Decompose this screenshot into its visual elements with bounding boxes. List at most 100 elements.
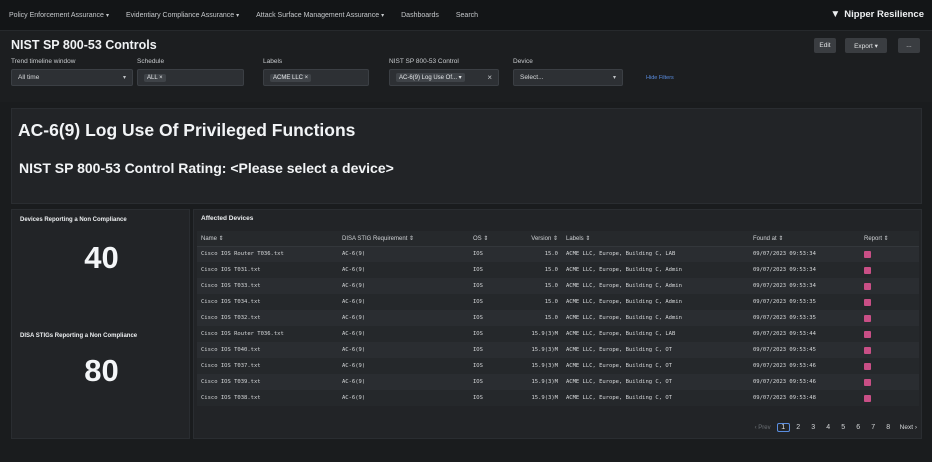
control-value: AC-6(9) Log Use Of... ▾ xyxy=(396,73,465,82)
pager-page[interactable]: 6 xyxy=(852,424,865,431)
cell-found-at: 09/07/2023 09:53:35 xyxy=(749,294,860,310)
pager-prev[interactable]: ‹ Prev xyxy=(755,425,771,431)
table-row[interactable]: Cisco IOS T039.txt AC-6(9) IOS 15.9(3)M ACME… xyxy=(197,374,919,390)
table-row[interactable]: Cisco IOS T038.txt AC-6(9) IOS 15.9(3)M ACME… xyxy=(197,390,919,406)
chevron-down-icon: ▾ xyxy=(122,75,126,81)
pager-page[interactable]: 5 xyxy=(837,424,850,431)
labels-tag[interactable]: ACME LLC × xyxy=(270,73,312,82)
cell-version: 15.0 xyxy=(513,278,562,294)
nav-policy-enforcement[interactable]: Policy Enforcement Assurance ▾ xyxy=(9,12,109,19)
nav-search[interactable]: Search xyxy=(456,12,478,19)
cell-os: IOS xyxy=(469,358,513,374)
stigs-noncompliance-value: 80 xyxy=(84,353,119,388)
cell-disa-stig: AC-6(9) xyxy=(338,374,469,390)
cell-found-at: 09/07/2023 09:53:44 xyxy=(749,326,860,342)
col-disa-stig[interactable]: DISA STIG Requirement ⇕ xyxy=(338,231,469,247)
nav-evidentiary-compliance[interactable]: Evidentiary Compliance Assurance ▾ xyxy=(126,12,239,19)
pager-next[interactable]: Next › xyxy=(900,424,917,431)
cell-report xyxy=(860,294,919,310)
cell-disa-stig: AC-6(9) xyxy=(338,390,469,406)
col-version[interactable]: Version ⇕ xyxy=(513,231,562,247)
report-icon[interactable] xyxy=(864,298,871,306)
cell-disa-stig: AC-6(9) xyxy=(338,358,469,374)
report-icon[interactable] xyxy=(864,314,871,322)
cell-labels: ACME LLC, Europe, Building C, OT xyxy=(562,374,749,390)
col-report[interactable]: Report ⇕ xyxy=(860,231,919,247)
table-row[interactable]: Cisco IOS T037.txt AC-6(9) IOS 15.9(3)M ACME… xyxy=(197,358,919,374)
clear-icon[interactable]: × xyxy=(487,73,492,82)
cell-report xyxy=(860,262,919,278)
schedule-select[interactable]: ALL × xyxy=(137,69,244,86)
table-row[interactable]: Cisco IOS T032.txt AC-6(9) IOS 15.0 ACME LLC… xyxy=(197,310,919,326)
cell-labels: ACME LLC, Europe, Building C, Admin xyxy=(562,262,749,278)
table-row[interactable]: Cisco IOS T034.txt AC-6(9) IOS 15.0 ACME LLC… xyxy=(197,294,919,310)
nav-label: Policy Enforcement Assurance xyxy=(9,11,104,19)
table-row[interactable]: Cisco IOS Router T036.txt AC-6(9) IOS 15.9(… xyxy=(197,326,919,342)
cell-report xyxy=(860,374,919,390)
cell-version: 15.9(3)M xyxy=(513,390,562,406)
table-row[interactable]: Cisco IOS T031.txt AC-6(9) IOS 15.0 ACME LLC… xyxy=(197,262,919,278)
cell-disa-stig: AC-6(9) xyxy=(338,326,469,342)
pager-page[interactable]: 1 xyxy=(776,423,790,432)
cell-found-at: 09/07/2023 09:53:35 xyxy=(749,310,860,326)
affected-devices-panel: Affected Devices Name ⇕ DISA STIG Requir… xyxy=(193,209,922,439)
report-icon[interactable] xyxy=(864,250,871,258)
device-label: Device xyxy=(513,58,533,65)
report-icon[interactable] xyxy=(864,266,871,274)
col-os[interactable]: OS ⇕ xyxy=(469,231,513,247)
cell-report xyxy=(860,310,919,326)
table-row[interactable]: Cisco IOS Router T036.txt AC-6(9) IOS 15.0 A… xyxy=(197,246,919,262)
pager-page[interactable]: 7 xyxy=(867,424,880,431)
report-icon[interactable] xyxy=(864,330,871,338)
cell-report xyxy=(860,390,919,406)
table-row[interactable]: Cisco IOS T033.txt AC-6(9) IOS 15.0 ACME LLC… xyxy=(197,278,919,294)
cell-os: IOS xyxy=(469,246,513,262)
edit-button[interactable]: Edit xyxy=(814,38,836,53)
hide-filters-link[interactable]: Hide Filters xyxy=(646,75,674,81)
control-title-panel: AC-6(9) Log Use Of Privileged Functions … xyxy=(11,108,922,204)
cell-version: 15.0 xyxy=(513,246,562,262)
labels-select[interactable]: ACME LLC × xyxy=(263,69,369,86)
cell-labels: ACME LLC, Europe, Building C, OT xyxy=(562,358,749,374)
control-select[interactable]: AC-6(9) Log Use Of... ▾ × xyxy=(389,69,499,86)
cell-found-at: 09/07/2023 09:53:34 xyxy=(749,246,860,262)
pager-page[interactable]: 3 xyxy=(807,424,820,431)
device-select[interactable]: Select... ▾ xyxy=(513,69,623,86)
report-icon[interactable] xyxy=(864,346,871,354)
pager-page[interactable]: 2 xyxy=(792,424,805,431)
trend-window-select[interactable]: All time ▾ xyxy=(11,69,133,86)
cell-version: 15.0 xyxy=(513,310,562,326)
cell-found-at: 09/07/2023 09:53:34 xyxy=(749,262,860,278)
pager-page[interactable]: 8 xyxy=(882,424,895,431)
caret-down-icon: ▾ xyxy=(381,12,385,19)
export-button[interactable]: Export ▾ xyxy=(845,38,887,53)
dashboard-header: NIST SP 800-53 Controls Edit Export ▾ ..… xyxy=(0,31,932,102)
schedule-tag[interactable]: ALL × xyxy=(144,73,166,82)
device-placeholder: Select... xyxy=(520,74,544,81)
cell-name: Cisco IOS T039.txt xyxy=(197,374,338,390)
report-icon[interactable] xyxy=(864,394,871,402)
report-icon[interactable] xyxy=(864,282,871,290)
cell-os: IOS xyxy=(469,278,513,294)
nav-label: Evidentiary Compliance Assurance xyxy=(125,11,235,19)
cell-version: 15.0 xyxy=(513,262,562,278)
nav-attack-surface[interactable]: Attack Surface Management Assurance ▾ xyxy=(256,12,384,19)
col-found-at[interactable]: Found at ⇕ xyxy=(749,231,860,247)
nav-dashboards[interactable]: Dashboards xyxy=(401,12,439,19)
cell-found-at: 09/07/2023 09:53:34 xyxy=(749,278,860,294)
more-options-button[interactable]: ... xyxy=(898,38,920,53)
cell-os: IOS xyxy=(469,262,513,278)
cell-name: Cisco IOS Router T036.txt xyxy=(197,246,338,262)
table-row[interactable]: Cisco IOS T040.txt AC-6(9) IOS 15.9(3)M ACME… xyxy=(197,342,919,358)
report-icon[interactable] xyxy=(864,362,871,370)
cell-labels: ACME LLC, Europe, Building C, OT xyxy=(562,342,749,358)
control-label: NIST SP 800-53 Control xyxy=(389,58,459,65)
col-name[interactable]: Name ⇕ xyxy=(197,231,338,247)
pager-page[interactable]: 4 xyxy=(822,424,835,431)
col-labels[interactable]: Labels ⇕ xyxy=(562,231,749,247)
cell-os: IOS xyxy=(469,342,513,358)
report-icon[interactable] xyxy=(864,378,871,386)
footer-strip xyxy=(0,442,932,462)
cell-found-at: 09/07/2023 09:53:46 xyxy=(749,358,860,374)
brand-logo[interactable]: ▼ Nipper Resilience xyxy=(830,9,924,20)
